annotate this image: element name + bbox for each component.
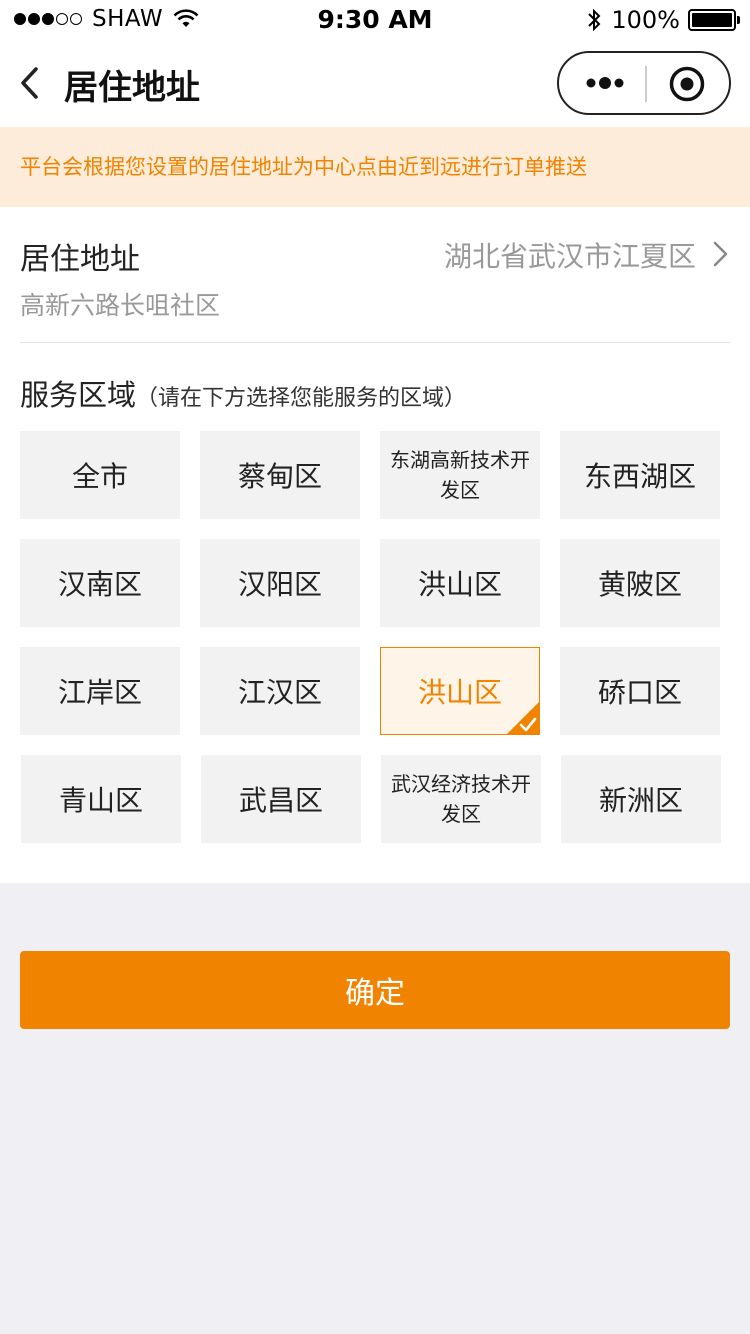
- area-label: 武昌区: [238, 784, 323, 817]
- area-label: 东西湖区: [583, 460, 696, 493]
- area-option[interactable]: 江汉区: [200, 647, 360, 735]
- area-option[interactable]: 全市: [20, 431, 180, 519]
- area-option[interactable]: 新洲区: [561, 755, 721, 843]
- area-label: 江岸区: [57, 676, 142, 709]
- address-label: 居住地址: [20, 242, 140, 277]
- bluetooth-icon: [588, 8, 601, 32]
- status-bar: SHAW 9:30 AM 100%: [0, 0, 750, 40]
- area-label: 武汉经济技术开发区: [391, 772, 531, 826]
- service-area-title: 服务区域（请在下方选择您能服务的区域）: [20, 372, 466, 414]
- area-option[interactable]: 江岸区: [20, 647, 180, 735]
- area-option[interactable]: 硚口区: [560, 647, 720, 735]
- area-option[interactable]: 蔡甸区: [200, 431, 360, 519]
- nav-bar: 居住地址: [0, 40, 750, 127]
- area-label: 黄陂区: [597, 568, 682, 601]
- mini-program-capsule: [557, 51, 731, 115]
- main-content: 居住地址 湖北省武汉市江夏区 高新六路长咀社区 服务区域（请在下方选择您能服务的…: [0, 207, 750, 883]
- battery-icon: [688, 9, 740, 31]
- service-area-hint: （请在下方选择您能服务的区域）: [136, 386, 467, 411]
- service-area-title-text: 服务区域: [20, 378, 137, 412]
- area-option[interactable]: 汉南区: [20, 539, 180, 627]
- area-option[interactable]: 汉阳区: [200, 539, 360, 627]
- area-label: 洪山区: [417, 676, 502, 709]
- area-option[interactable]: 武昌区: [201, 755, 361, 843]
- area-label: 汉南区: [57, 568, 142, 601]
- confirm-button[interactable]: 确定: [20, 951, 730, 1029]
- area-label: 硚口区: [597, 676, 682, 709]
- area-grid: 全市 蔡甸区 东湖高新技术开发区 东西湖区 汉南区 汉阳区 洪山区 黄陂区 江岸…: [20, 431, 730, 843]
- capsule-divider: [645, 66, 647, 102]
- divider: [20, 342, 730, 343]
- close-target-icon[interactable]: [668, 65, 706, 103]
- area-option[interactable]: 武汉经济技术开发区: [381, 755, 541, 843]
- area-label: 东湖高新技术开发区: [390, 448, 530, 502]
- notice-banner: 平台会根据您设置的居住地址为中心点由近到远进行订单推送: [0, 127, 750, 207]
- more-icon[interactable]: [585, 75, 625, 91]
- address-detail: 高新六路长咀社区: [20, 291, 221, 320]
- area-label: 汉阳区: [237, 568, 322, 601]
- area-label: 洪山区: [417, 568, 502, 601]
- area-option[interactable]: 洪山区: [380, 539, 540, 627]
- area-option[interactable]: 青山区: [21, 755, 181, 843]
- area-label: 江汉区: [237, 676, 322, 709]
- page-title: 居住地址: [64, 68, 200, 108]
- area-label: 全市: [71, 460, 128, 493]
- area-label: 蔡甸区: [237, 460, 322, 493]
- chevron-right-icon[interactable]: [712, 240, 730, 268]
- address-region-value[interactable]: 湖北省武汉市江夏区: [444, 235, 696, 275]
- battery-percent: 100%: [611, 6, 680, 34]
- back-arrow-icon[interactable]: [16, 65, 46, 101]
- checkmark-icon: [506, 701, 540, 735]
- area-option[interactable]: 东湖高新技术开发区: [380, 431, 540, 519]
- area-label: 青山区: [58, 784, 143, 817]
- area-option[interactable]: 东西湖区: [560, 431, 720, 519]
- status-right: 100%: [587, 6, 740, 34]
- area-option-selected[interactable]: 洪山区: [380, 647, 540, 735]
- area-label: 新洲区: [598, 784, 683, 817]
- area-option[interactable]: 黄陂区: [560, 539, 720, 627]
